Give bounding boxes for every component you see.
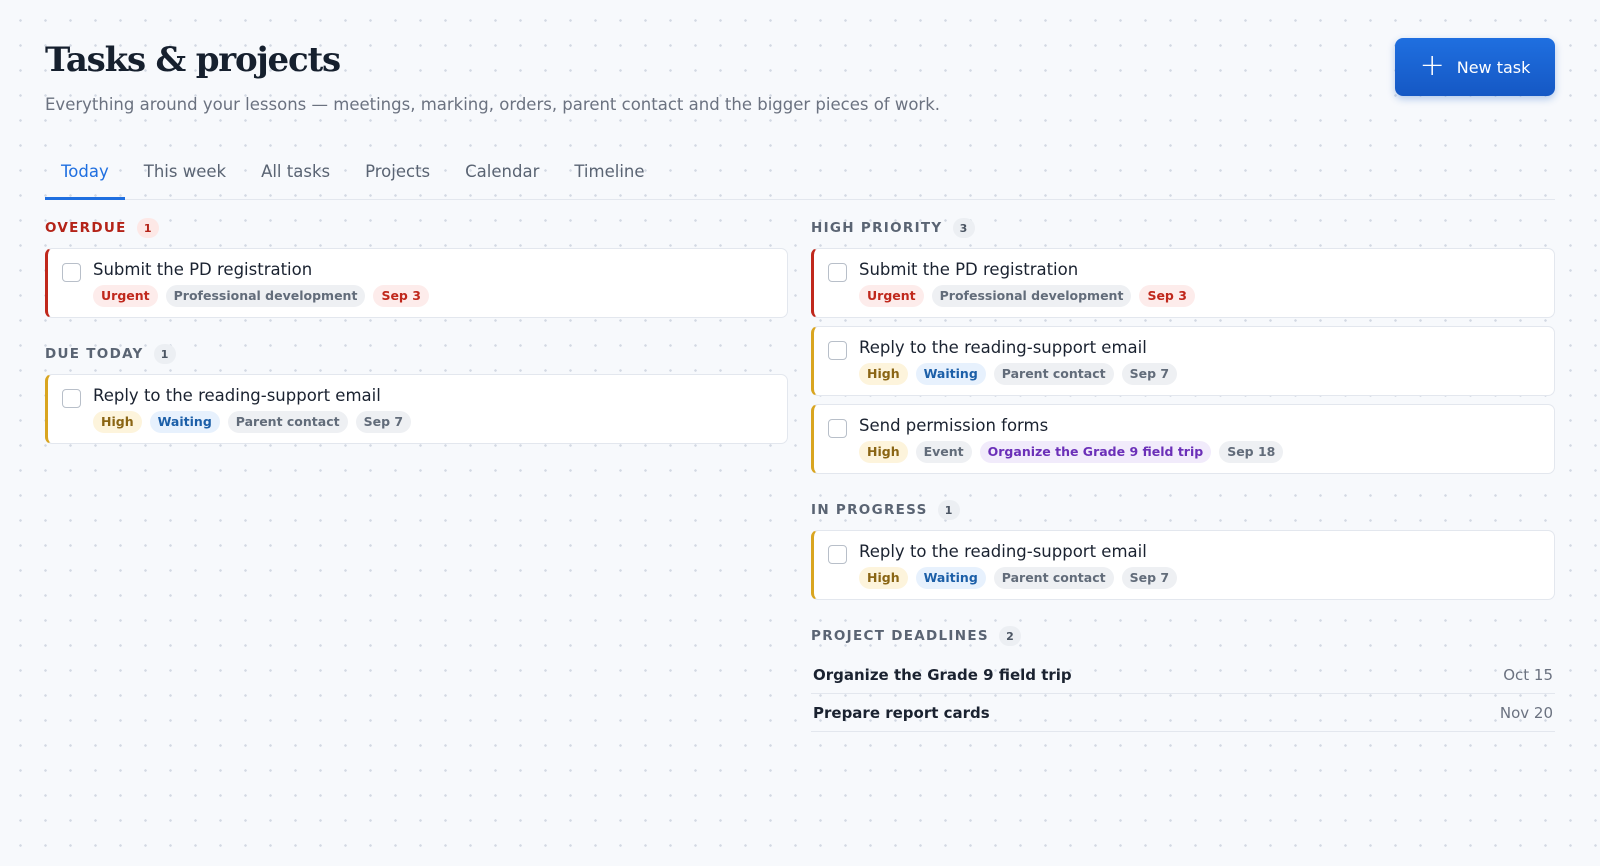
category-badge: Parent contact bbox=[993, 363, 1114, 385]
tab-projects[interactable]: Projects bbox=[349, 148, 446, 200]
task-card[interactable]: Reply to the reading-support email High … bbox=[811, 326, 1555, 396]
status-badge: Waiting bbox=[915, 363, 986, 385]
section-label: DUE TODAY bbox=[45, 346, 144, 362]
section-label: OVERDUE bbox=[45, 220, 127, 236]
priority-badge: High bbox=[859, 363, 908, 385]
priority-badge: Urgent bbox=[93, 285, 158, 307]
category-badge: Parent contact bbox=[993, 567, 1114, 589]
project-badge[interactable]: Organize the Grade 9 field trip bbox=[979, 441, 1212, 463]
tab-this-week[interactable]: This week bbox=[128, 148, 242, 200]
task-tags: High Waiting Parent contact Sep 7 bbox=[859, 567, 1178, 589]
priority-badge: Urgent bbox=[859, 285, 924, 307]
page-title: Tasks & projects bbox=[45, 40, 341, 80]
project-deadline-date: Nov 20 bbox=[1499, 703, 1553, 722]
task-title: Reply to the reading-support email bbox=[859, 542, 1147, 561]
priority-badge: High bbox=[93, 411, 142, 433]
due-date-badge: Sep 7 bbox=[355, 411, 412, 433]
task-checkbox[interactable] bbox=[62, 389, 81, 408]
tab-timeline[interactable]: Timeline bbox=[558, 148, 660, 200]
tab-calendar[interactable]: Calendar bbox=[449, 148, 555, 200]
task-checkbox[interactable] bbox=[828, 341, 847, 360]
section-count: 1 bbox=[153, 344, 176, 364]
view-tabs: Today This week All tasks Projects Calen… bbox=[45, 148, 1555, 200]
section-label: PROJECT DEADLINES bbox=[811, 628, 989, 644]
status-badge: Waiting bbox=[915, 567, 986, 589]
plus-icon: + bbox=[1419, 47, 1445, 83]
section-count: 1 bbox=[937, 500, 960, 520]
priority-badge: High bbox=[859, 441, 908, 463]
task-title: Send permission forms bbox=[859, 416, 1049, 435]
new-task-label: New task bbox=[1456, 57, 1531, 77]
section-in-progress-header: IN PROGRESS 1 bbox=[811, 500, 1555, 520]
due-date-badge: Sep 7 bbox=[1121, 363, 1178, 385]
task-tags: Urgent Professional development Sep 3 bbox=[859, 285, 1195, 307]
right-column: HIGH PRIORITY 3 Submit the PD registrati… bbox=[811, 218, 1555, 732]
section-label: IN PROGRESS bbox=[811, 502, 928, 518]
project-name: Organize the Grade 9 field trip bbox=[813, 665, 1072, 684]
task-card[interactable]: Reply to the reading-support email High … bbox=[45, 374, 788, 444]
task-card[interactable]: Submit the PD registration Urgent Profes… bbox=[811, 248, 1555, 318]
tasks-page: Tasks & projects Everything around your … bbox=[45, 0, 1555, 866]
project-deadline-row[interactable]: Prepare report cards Nov 20 bbox=[811, 694, 1555, 732]
tab-today[interactable]: Today bbox=[45, 148, 125, 200]
task-checkbox[interactable] bbox=[828, 545, 847, 564]
due-date-badge: Sep 18 bbox=[1219, 441, 1284, 463]
task-tags: High Event Organize the Grade 9 field tr… bbox=[859, 441, 1284, 463]
left-column: OVERDUE 1 Submit the PD registration Urg… bbox=[45, 218, 788, 452]
task-title: Reply to the reading-support email bbox=[859, 338, 1147, 357]
page-subtitle: Everything around your lessons — meeting… bbox=[45, 95, 941, 114]
task-checkbox[interactable] bbox=[62, 263, 81, 282]
priority-badge: High bbox=[859, 567, 908, 589]
task-title: Submit the PD registration bbox=[859, 260, 1079, 279]
category-badge: Parent contact bbox=[227, 411, 348, 433]
task-checkbox[interactable] bbox=[828, 419, 847, 438]
project-deadline-date: Oct 15 bbox=[1503, 665, 1553, 684]
tab-all-tasks[interactable]: All tasks bbox=[245, 148, 346, 200]
category-badge: Event bbox=[915, 441, 972, 463]
category-badge: Professional development bbox=[165, 285, 366, 307]
project-name: Prepare report cards bbox=[813, 703, 990, 722]
task-card[interactable]: Reply to the reading-support email High … bbox=[811, 530, 1555, 600]
due-date-badge: Sep 3 bbox=[373, 285, 429, 307]
task-title: Submit the PD registration bbox=[93, 260, 313, 279]
section-count: 1 bbox=[136, 218, 159, 238]
due-date-badge: Sep 7 bbox=[1121, 567, 1178, 589]
due-date-badge: Sep 3 bbox=[1139, 285, 1195, 307]
category-badge: Professional development bbox=[931, 285, 1132, 307]
section-overdue-header: OVERDUE 1 bbox=[45, 218, 788, 238]
section-project-deadlines-header: PROJECT DEADLINES 2 bbox=[811, 626, 1555, 646]
task-tags: High Waiting Parent contact Sep 7 bbox=[93, 411, 412, 433]
section-label: HIGH PRIORITY bbox=[811, 220, 943, 236]
status-badge: Waiting bbox=[149, 411, 220, 433]
project-deadline-row[interactable]: Organize the Grade 9 field trip Oct 15 bbox=[811, 656, 1555, 694]
new-task-button[interactable]: + New task bbox=[1395, 38, 1555, 96]
task-card[interactable]: Send permission forms High Event Organiz… bbox=[811, 404, 1555, 474]
task-tags: Urgent Professional development Sep 3 bbox=[93, 285, 429, 307]
section-count: 3 bbox=[952, 218, 975, 238]
section-high-priority-header: HIGH PRIORITY 3 bbox=[811, 218, 1555, 238]
task-checkbox[interactable] bbox=[828, 263, 847, 282]
section-count: 2 bbox=[998, 626, 1021, 646]
section-due-today-header: DUE TODAY 1 bbox=[45, 344, 788, 364]
task-tags: High Waiting Parent contact Sep 7 bbox=[859, 363, 1178, 385]
task-title: Reply to the reading-support email bbox=[93, 386, 381, 405]
task-card[interactable]: Submit the PD registration Urgent Profes… bbox=[45, 248, 788, 318]
